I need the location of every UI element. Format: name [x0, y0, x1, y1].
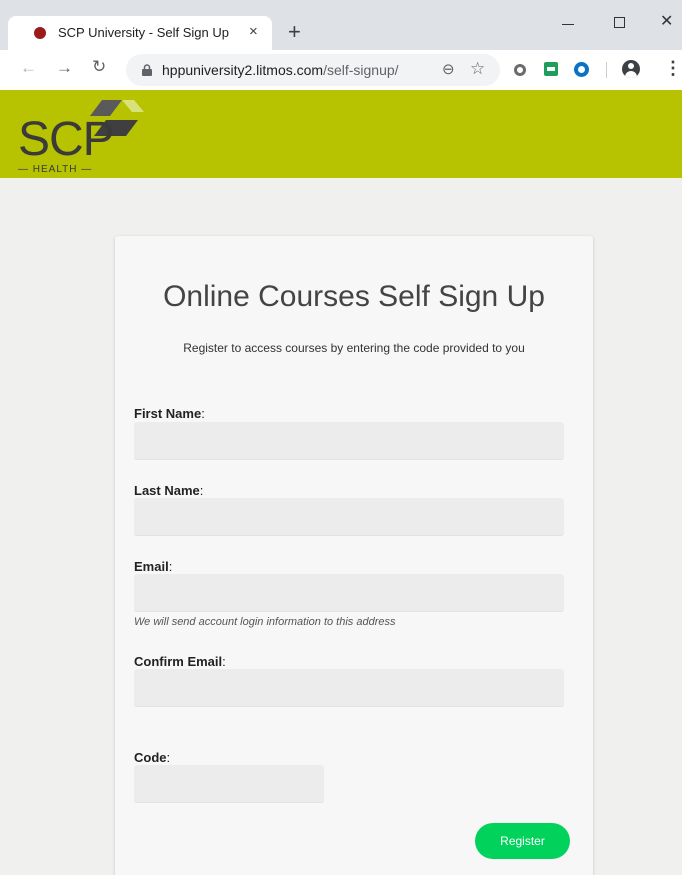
label-colon: : [199, 483, 204, 498]
lock-icon [142, 64, 152, 76]
email-field[interactable] [134, 574, 564, 612]
url-text: hppuniversity2.litmos.com/self-signup/ [162, 62, 399, 78]
register-button[interactable]: Register [475, 823, 570, 859]
profile-icon[interactable] [622, 60, 640, 78]
scp-health-logo[interactable]: SCP — HEALTH — [18, 98, 158, 178]
tab-title: SCP University - Self Sign Up [58, 25, 229, 40]
code-label: Code: [134, 750, 170, 765]
label-colon: : [166, 750, 171, 765]
first-name-label-text: First Name [134, 406, 202, 421]
last-name-label-text: Last Name [134, 483, 200, 498]
first-name-label: First Name: [134, 406, 205, 421]
new-tab-icon[interactable]: + [288, 20, 301, 44]
site-header: SCP — HEALTH — [0, 90, 682, 178]
site-favicon-icon [34, 27, 46, 39]
label-colon: : [222, 654, 226, 669]
confirm-email-label: Confirm Email: [134, 654, 226, 669]
url-path: /self-signup/ [323, 62, 399, 78]
code-field[interactable] [134, 765, 324, 803]
address-bar[interactable]: hppuniversity2.litmos.com/self-signup/ ⊖… [126, 54, 500, 86]
confirm-email-field[interactable] [134, 669, 564, 707]
browser-tab[interactable]: SCP University - Self Sign Up × [8, 16, 272, 50]
tab-strip: SCP University - Self Sign Up × + ✕ [0, 0, 682, 50]
reload-icon[interactable]: ↻ [92, 57, 106, 77]
menu-icon[interactable]: ⋮ [664, 59, 682, 77]
label-colon: : [201, 406, 205, 421]
toolbar-divider [606, 62, 607, 78]
window-close-icon[interactable]: ✕ [660, 12, 673, 32]
tab-close-icon[interactable]: × [249, 23, 258, 41]
back-arrow-icon[interactable]: ← [20, 58, 37, 78]
email-hint: We will send account login information t… [134, 616, 396, 628]
extension-green-icon[interactable] [544, 62, 558, 76]
url-host: hppuniversity2.litmos.com [162, 62, 324, 78]
window-minimize-icon[interactable] [562, 24, 574, 25]
page-title: Online Courses Self Sign Up [163, 280, 545, 313]
signup-card: Online Courses Self Sign Up Register to … [115, 236, 593, 875]
logo-text: SCP [18, 113, 115, 166]
confirm-email-label-text: Confirm Email [134, 654, 223, 669]
star-icon[interactable]: ☆ [470, 59, 485, 79]
zoom-icon[interactable]: ⊖ [442, 60, 455, 78]
forward-arrow-icon[interactable]: → [56, 58, 73, 78]
browser-toolbar: ← → ↻ hppuniversity2.litmos.com/self-sig… [0, 50, 682, 90]
last-name-field[interactable] [134, 498, 564, 536]
page-subtitle: Register to access courses by entering t… [183, 341, 525, 355]
window-maximize-icon[interactable] [614, 17, 625, 28]
label-colon: : [168, 559, 173, 574]
logo-subtitle: — HEALTH — [18, 164, 93, 175]
email-label: Email: [134, 559, 172, 574]
first-name-field[interactable] [134, 422, 564, 460]
extension-ring-icon[interactable] [514, 64, 526, 76]
code-label-text: Code [134, 750, 167, 765]
last-name-label: Last Name: [134, 483, 203, 498]
extension-blue-ring-icon[interactable] [574, 62, 589, 77]
email-label-text: Email [134, 559, 169, 574]
